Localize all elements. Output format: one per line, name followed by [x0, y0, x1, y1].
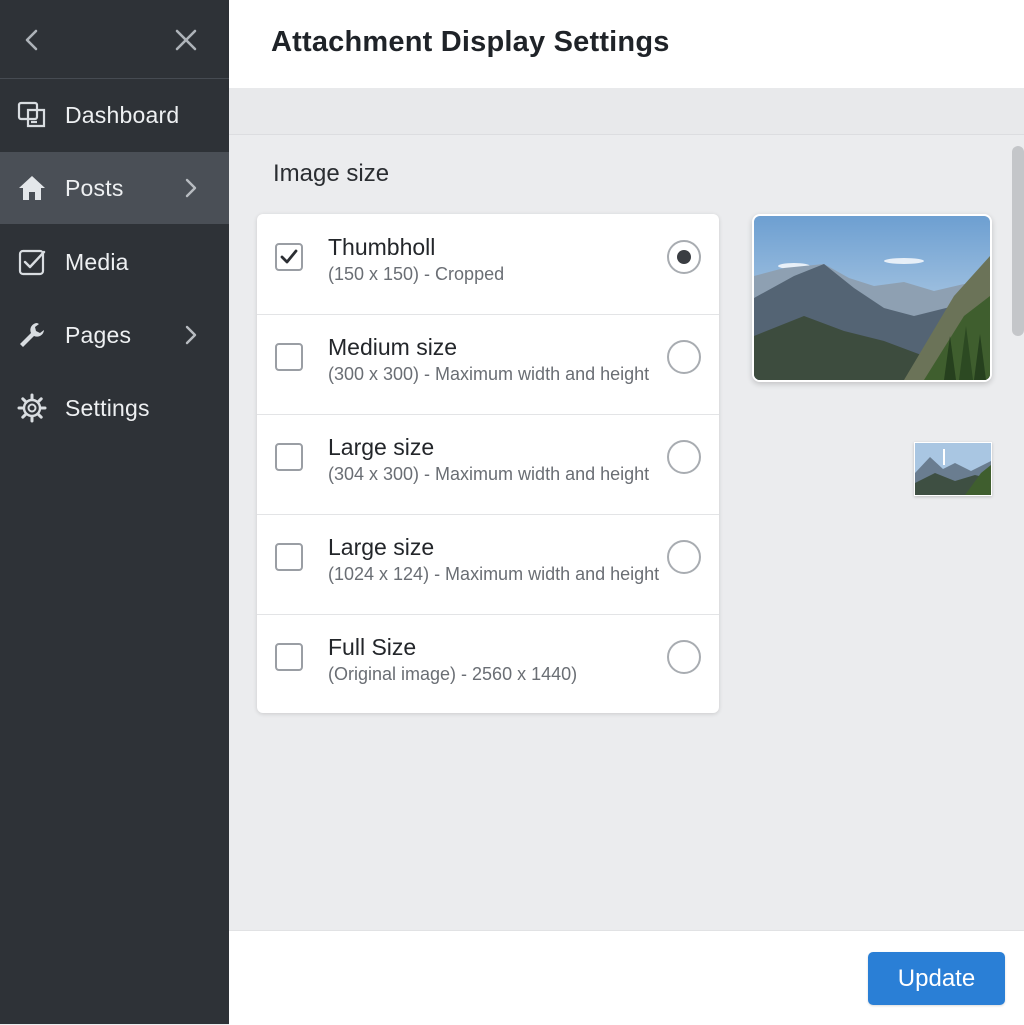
mountain-landscape-image [752, 214, 992, 382]
size-option-title: Large size [328, 434, 435, 460]
size-option-title: Full Size [328, 634, 417, 660]
size-option-title: Thumbholl [328, 234, 436, 260]
size-radio[interactable] [667, 240, 701, 274]
sidebar-item-media[interactable]: Media [0, 226, 229, 298]
wrench-icon [16, 319, 48, 351]
size-checkbox[interactable] [275, 343, 303, 371]
section-title: Image size [273, 160, 390, 187]
sidebar-item-settings[interactable]: Settings [0, 372, 229, 444]
size-option-subtitle: (1024 x 124) - Maximum width and height [328, 564, 660, 584]
size-checkbox[interactable] [275, 643, 303, 671]
size-option-title: Medium size [328, 334, 458, 360]
size-radio[interactable] [667, 440, 701, 474]
chevron-right-icon [180, 323, 202, 347]
scrollbar-thumb[interactable] [1012, 146, 1024, 336]
mountain-thumbnail-image [914, 442, 992, 496]
size-checkbox[interactable] [275, 543, 303, 571]
size-radio[interactable] [667, 540, 701, 574]
image-size-options: Thumbholl (150 x 150) - Cropped Medium s… [257, 214, 719, 713]
sidebar-item-pages[interactable]: Pages [0, 299, 229, 371]
size-option-subtitle: (150 x 150) - Cropped [328, 264, 505, 284]
size-option-full[interactable]: Full Size (Original image) - 2560 x 1440… [257, 614, 719, 713]
size-radio[interactable] [667, 640, 701, 674]
sidebar-item-label: Media [65, 248, 129, 275]
size-option-thumbnail[interactable]: Thumbholl (150 x 150) - Cropped [257, 214, 719, 315]
size-option-large-2[interactable]: Large size (1024 x 124) - Maximum width … [257, 514, 719, 615]
size-option-subtitle: (Original image) - 2560 x 1440) [328, 664, 578, 684]
size-option-medium[interactable]: Medium size (300 x 300) - Maximum width … [257, 314, 719, 415]
update-button[interactable]: Update [868, 952, 1005, 1005]
sidebar-top-bar [0, 0, 229, 79]
size-option-subtitle: (300 x 300) - Maximum width and height [328, 364, 650, 384]
radio-selected-dot [677, 250, 691, 264]
size-option-large[interactable]: Large size (304 x 300) - Maximum width a… [257, 414, 719, 515]
home-icon [16, 172, 48, 204]
sidebar: Dashboard Posts Media Pages Settings [0, 0, 229, 1024]
sidebar-item-label: Dashboard [65, 101, 180, 128]
size-checkbox[interactable] [275, 443, 303, 471]
toolbar-strip [229, 88, 1024, 135]
gear-icon [16, 392, 48, 424]
header: Attachment Display Settings [229, 0, 1024, 88]
size-checkbox[interactable] [275, 243, 303, 271]
chevron-left-icon[interactable] [18, 26, 46, 54]
size-option-subtitle: (304 x 300) - Maximum width and height [328, 464, 650, 484]
sidebar-item-label: Settings [65, 394, 150, 421]
checkbox-icon [16, 246, 48, 278]
dashboard-icon [16, 99, 48, 131]
chevron-right-icon [180, 176, 202, 200]
close-icon[interactable] [172, 26, 200, 54]
sidebar-item-dashboard[interactable]: Dashboard [0, 79, 229, 151]
size-option-title: Large size [328, 534, 435, 560]
page-title: Attachment Display Settings [271, 26, 670, 58]
sidebar-item-label: Posts [65, 174, 124, 201]
size-radio[interactable] [667, 340, 701, 374]
sidebar-item-posts[interactable]: Posts [0, 152, 229, 224]
sidebar-item-label: Pages [65, 321, 132, 348]
